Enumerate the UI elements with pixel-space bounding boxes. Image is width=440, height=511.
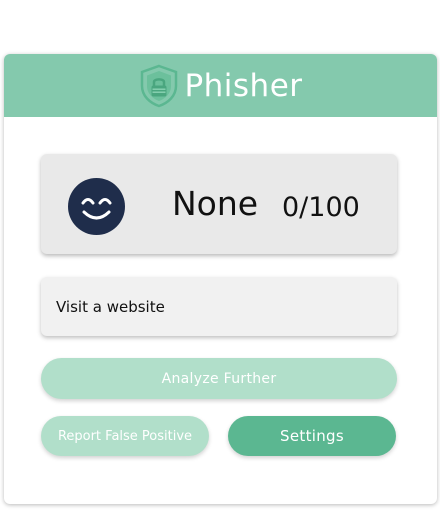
analyze-further-button[interactable]: Analyze Further	[41, 358, 397, 399]
header: Phisher	[4, 54, 437, 117]
threat-score: 0/100	[282, 192, 360, 223]
report-false-positive-button[interactable]: Report False Positive	[41, 416, 209, 456]
threat-level-label: None	[172, 184, 259, 223]
phisher-popup: Phisher None 0/100 Visit a website Analy…	[4, 54, 437, 504]
status-card: None 0/100	[41, 154, 397, 254]
settings-button[interactable]: Settings	[228, 416, 396, 456]
shield-lock-icon	[141, 64, 178, 107]
current-site-text: Visit a website	[56, 297, 165, 316]
smiling-face-icon	[68, 178, 125, 235]
brand-name: Phisher	[184, 67, 303, 104]
current-site-card: Visit a website	[41, 277, 397, 336]
